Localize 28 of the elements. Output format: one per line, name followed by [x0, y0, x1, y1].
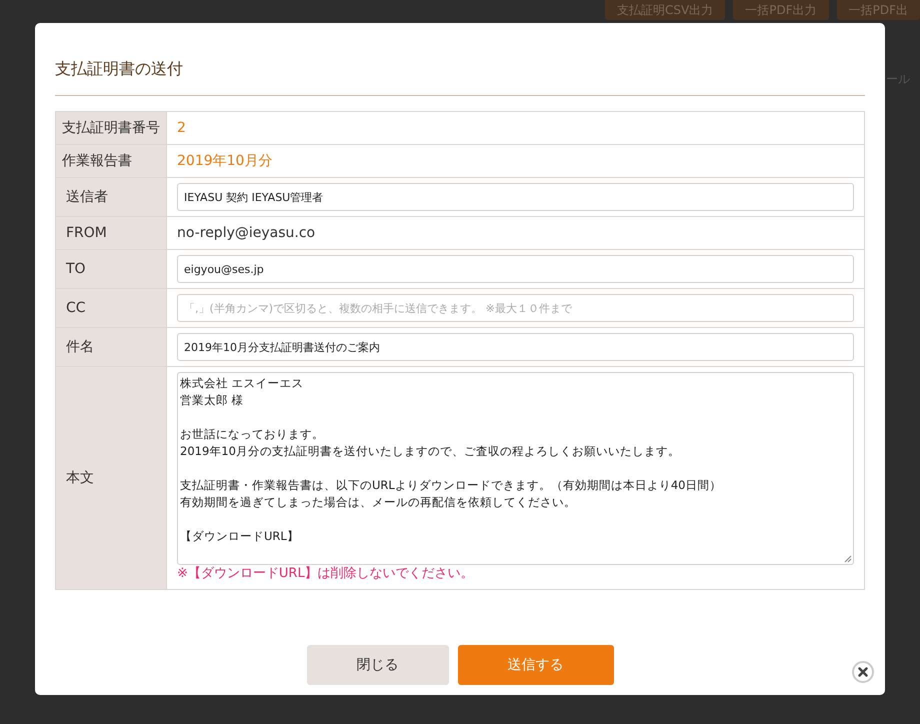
message-line: 有効期間を過ぎてしまった場合は、メールの再配信を依頼してください。 — [180, 494, 577, 511]
dialog-title: 支払証明書の送付 — [55, 23, 865, 96]
field-label: TO — [56, 250, 166, 288]
field-label: 送信者 — [56, 178, 166, 216]
close-button[interactable]: 閉じる — [306, 645, 448, 685]
message-line: 支払証明書・作業報告書は、以下のURLよりダウンロードできます。（有効期間は本日より40日間） — [180, 477, 722, 494]
warning-note: ※【ダウンロードURL】は削除しないでください。 — [177, 565, 475, 583]
input-field[interactable]: 2019年10月分支払証明書送付のご案内 — [177, 333, 854, 361]
field-label: 作業報告書 — [56, 144, 166, 178]
field-value: 2 — [177, 120, 186, 136]
input-field[interactable]: IEYASU 契約 IEYASU管理者 — [177, 183, 854, 211]
field-value: no-reply@ieyasu.co — [177, 224, 316, 240]
close-icon[interactable] — [852, 661, 874, 683]
field-label: 支払証明書番号 — [56, 112, 166, 144]
field-label: 件名 — [56, 328, 166, 366]
resize-grip-icon[interactable] — [844, 555, 852, 563]
field-label: FROM — [56, 216, 166, 250]
message-line: 株式会社 エスイーエス — [180, 375, 305, 392]
input-field[interactable]: 「,」(半角カンマ)で区切ると、複数の相手に送信できます。 ※最大１０件まで — [177, 294, 854, 322]
message-line: 【ダウンロードURL】 — [180, 528, 300, 545]
field-value: 2019年10月分 — [177, 152, 272, 168]
message-line: 2019年10月分の支払証明書を送付いたしますので、ご査収の程よろしくお願いいたします。 — [180, 443, 681, 460]
field-label: 本文 — [56, 366, 166, 590]
message-line: 営業太郎 様 — [180, 392, 245, 409]
message-textarea[interactable]: 株式会社 エスイーエス 営業太郎 様 お世話になっております。 2019年10月分の支払証明書を送付いたしますので、ご査収の程よろしくお願いいたします。 支払証明書・作業報告書は、以下のURLよりダウンロードできます。（有効期間は本日より40日間） 有効期間を過ぎてしまった場合は、メールの再配信を依頼してください。 【ダウンロードURL】 — [177, 372, 854, 565]
input-field[interactable]: eigyou@ses.jp — [177, 255, 854, 283]
field-label: CC — [56, 288, 166, 328]
message-line: お世話になっております。 — [180, 426, 325, 443]
